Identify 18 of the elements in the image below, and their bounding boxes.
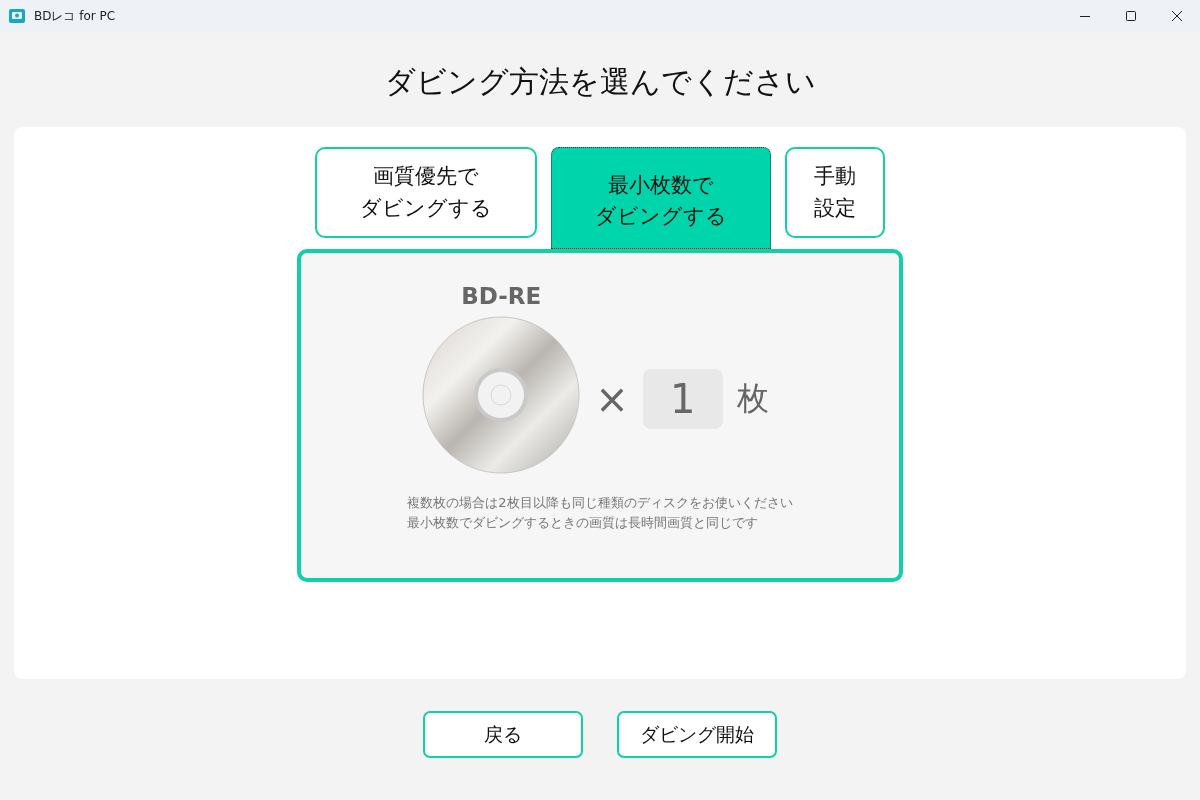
note-text: 最小枚数でダビングするときの画質は長時間画質と同じです (407, 513, 760, 532)
disc-type: BD-RE (461, 283, 542, 309)
maximize-icon[interactable] (1126, 11, 1136, 21)
app-icon (9, 9, 25, 23)
page-heading: ダビング方法を選んでください (384, 63, 816, 101)
disc-icon (421, 315, 582, 475)
disc-count: 1 (642, 369, 723, 429)
mode-tab[interactable]: 画質優先で ダビングする (315, 147, 537, 238)
multiply-sign: × (595, 376, 629, 422)
mode-tab[interactable]: 手動 設定 (785, 147, 885, 238)
minimize-icon[interactable] (1080, 15, 1090, 17)
action-button[interactable]: ダビング開始 (617, 711, 777, 758)
mode-tab[interactable]: 最小枚数で ダビングする (551, 147, 771, 249)
window-title: BDレコ for PC (34, 7, 116, 25)
close-icon[interactable] (1172, 11, 1182, 21)
action-button[interactable]: 戻る (423, 711, 583, 758)
count-unit: 枚 (736, 378, 769, 419)
note-text: 複数枚の場合は2枚目以降も同じ種類のディスクをお使いください (407, 494, 793, 512)
